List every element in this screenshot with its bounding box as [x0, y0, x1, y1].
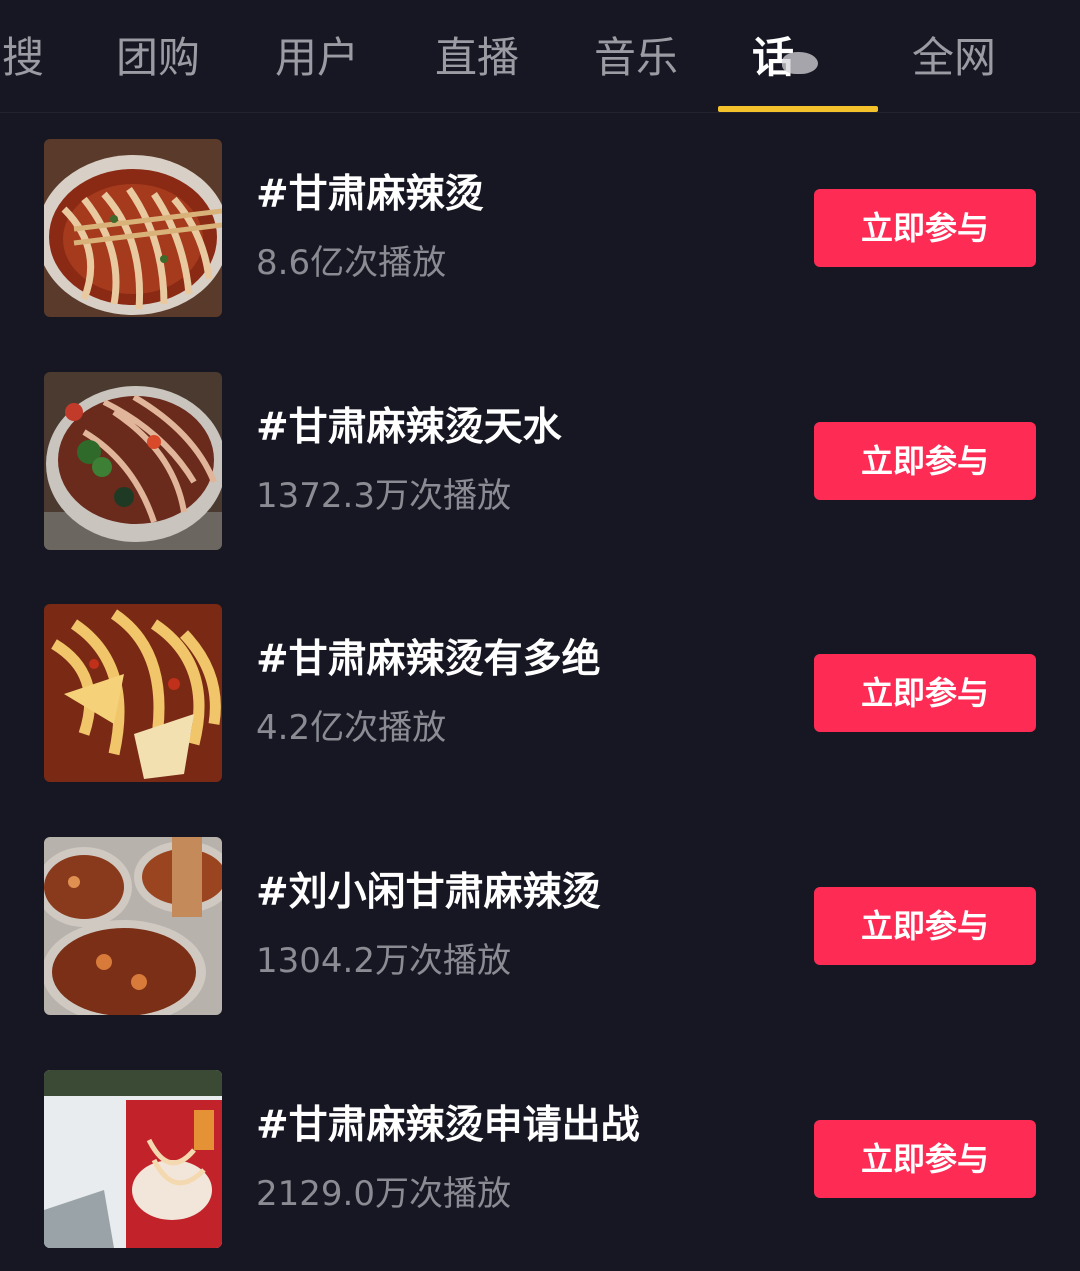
active-tab-indicator [718, 106, 878, 112]
tab-search[interactable]: 搜 [2, 28, 44, 88]
spicy-noodle-bowl-image [44, 139, 222, 317]
play-count: 2129.0万次播放 [256, 1174, 511, 1214]
tab-music[interactable]: 音乐 [594, 28, 678, 88]
noodle-bowl-vegetables-image [44, 372, 222, 550]
topic-title[interactable]: #甘肃麻辣烫申请出战 [256, 1100, 640, 1152]
tab-users[interactable]: 用户 [275, 28, 359, 88]
play-count: 1304.2万次播放 [256, 941, 511, 981]
topic-title[interactable]: #甘肃麻辣烫有多绝 [256, 634, 601, 686]
join-button[interactable]: 立即参与 [814, 189, 1036, 267]
join-button[interactable]: 立即参与 [814, 654, 1036, 732]
topic-title[interactable]: #刘小闲甘肃麻辣烫 [256, 867, 601, 919]
topic-row[interactable]: #甘肃麻辣烫 8.6亿次播放 立即参与 [0, 139, 1080, 317]
topic-row[interactable]: #甘肃麻辣烫申请出战 2129.0万次播放 立即参与 [0, 1070, 1080, 1248]
tab-live[interactable]: 直播 [435, 28, 519, 88]
watermark-blob [782, 52, 818, 74]
restaurant-wall-poster-image [44, 1070, 222, 1248]
play-count: 4.2亿次播放 [256, 708, 447, 748]
topic-row[interactable]: #刘小闲甘肃麻辣烫 1304.2万次播放 立即参与 [0, 837, 1080, 1015]
takeout-bowls-image [44, 837, 222, 1015]
tab-group-buy[interactable]: 团购 [116, 28, 200, 88]
tab-whole-web[interactable]: 全网 [912, 28, 996, 88]
topic-row[interactable]: #甘肃麻辣烫有多绝 4.2亿次播放 立即参与 [0, 604, 1080, 782]
join-button[interactable]: 立即参与 [814, 422, 1036, 500]
wide-noodles-image [44, 604, 222, 782]
search-tab-bar: 搜 团购 用户 直播 音乐 话 全网 [0, 0, 1080, 113]
topic-title[interactable]: #甘肃麻辣烫 [256, 169, 484, 221]
join-button[interactable]: 立即参与 [814, 887, 1036, 965]
join-button[interactable]: 立即参与 [814, 1120, 1036, 1198]
play-count: 8.6亿次播放 [256, 243, 447, 283]
topic-title[interactable]: #甘肃麻辣烫天水 [256, 402, 562, 454]
topic-row[interactable]: #甘肃麻辣烫天水 1372.3万次播放 立即参与 [0, 372, 1080, 550]
play-count: 1372.3万次播放 [256, 476, 511, 516]
